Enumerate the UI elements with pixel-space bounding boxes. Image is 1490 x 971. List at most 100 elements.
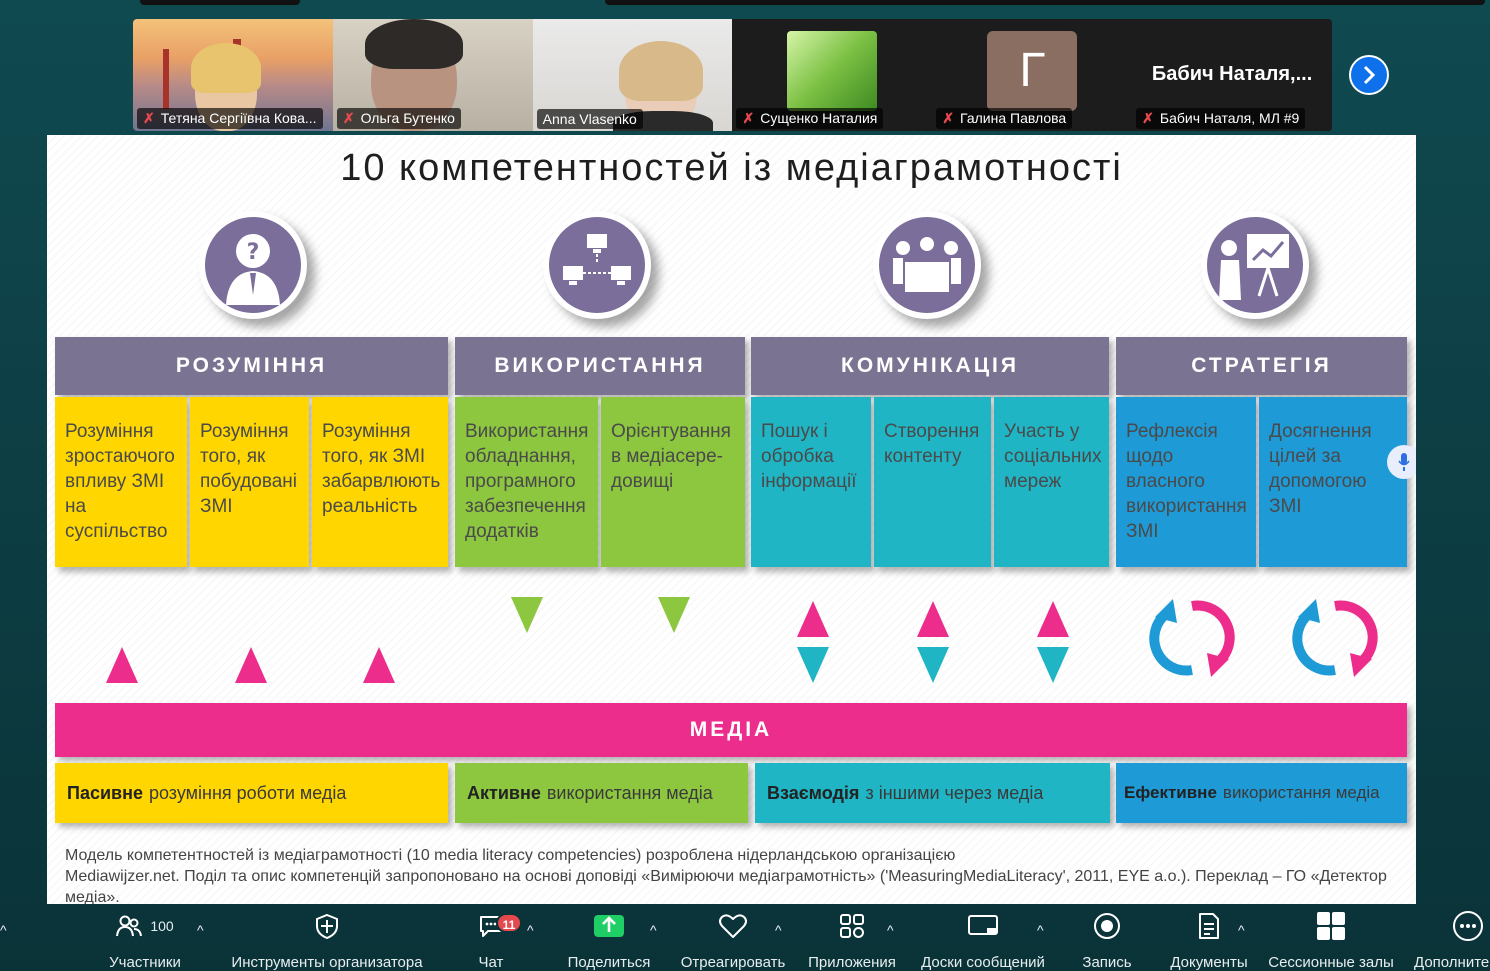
record-icon	[1093, 908, 1121, 944]
top-window-edge-right	[605, 0, 1485, 5]
participant-count: 100	[150, 918, 174, 934]
participant-tile-2[interactable]: ✗ Ольга Бутенко	[332, 19, 533, 131]
floating-mic-button[interactable]	[1387, 445, 1416, 479]
competence-3: Розуміння того, як ЗМІ забарвлюють реаль…	[312, 397, 448, 567]
cycle-arrows-icon	[1292, 599, 1378, 677]
competence-1: Розуміння зростаючого впливу ЗМІ на сусп…	[55, 397, 187, 567]
participant-tile-6[interactable]: Бабич Наталя,... ✗ Бабич Наталя, МЛ #9	[1132, 19, 1332, 131]
participant-name: ✗ Сущенко Наталия	[736, 108, 884, 129]
level-interaction: Взаємодія з іншими через медіа	[755, 763, 1110, 823]
arrow-down-icon	[917, 647, 949, 683]
record-button[interactable]: Запись	[1076, 908, 1138, 971]
participant-hair	[618, 41, 703, 101]
participant-name: ✗ Галина Павлова	[936, 108, 1073, 129]
reactions-button[interactable]: Отреагировать	[680, 908, 786, 971]
mic-muted-icon: ✗	[1142, 110, 1154, 126]
apps-button[interactable]: Приложения	[806, 908, 898, 971]
participant-name: Anna Vlasenko	[536, 109, 643, 129]
arrow-up-icon	[797, 601, 829, 637]
participants-label: Участники	[109, 954, 181, 971]
level-bold: Активне	[467, 782, 541, 803]
arrow-up-icon	[235, 647, 267, 683]
level-bold: Ефективне	[1124, 783, 1217, 802]
caret-up-icon[interactable]: ^	[775, 922, 782, 938]
category-strategy: СТРАТЕГІЯ	[1116, 337, 1407, 395]
svg-text:?: ?	[247, 240, 260, 265]
chat-unread-badge: 11	[496, 913, 522, 933]
document-icon	[1197, 908, 1221, 944]
competence-2: Розуміння того, як побудовані ЗМІ	[190, 397, 309, 567]
avatar-initial: Г	[987, 31, 1078, 111]
competence-6: Пошук і обробка інформації	[751, 397, 871, 567]
documents-button[interactable]: Документы	[1166, 908, 1252, 971]
participant-hair	[191, 43, 261, 93]
breakout-rooms-icon	[1316, 908, 1346, 944]
level-passive: Пасивне розуміння роботи медіа	[55, 763, 448, 823]
question-person-icon: ?	[199, 211, 307, 319]
more-button[interactable]: Дополните	[1410, 908, 1490, 971]
breakout-label: Сессионные залы	[1268, 954, 1394, 971]
competence-8: Участь у соціальних мереж	[994, 397, 1109, 567]
chevron-right-icon	[1363, 65, 1376, 85]
mic-muted-icon: ✗	[942, 110, 955, 126]
participant-tile-active-speaker[interactable]: Anna Vlasenko	[532, 19, 733, 131]
category-understanding: РОЗУМІННЯ	[55, 337, 448, 395]
participants-icon: 100	[116, 908, 174, 944]
media-bar: МЕДІА	[55, 703, 1407, 757]
video-strip: ✗ Тетяна Сергіївна Кова... ✗ Ольга Бутенко…	[133, 19, 1332, 131]
next-page-button[interactable]	[1349, 55, 1389, 95]
level-bold: Взаємодія	[767, 782, 860, 803]
avatar-leaves	[787, 31, 878, 111]
slide-title: 10 компетентностей із медіаграмотності	[340, 147, 1123, 189]
breakout-rooms-button[interactable]: Сессионные залы	[1266, 908, 1396, 971]
shield-icon	[315, 908, 339, 944]
caret-up-icon[interactable]: ^	[197, 922, 204, 938]
docs-label: Документы	[1170, 954, 1248, 971]
participant-tile-1[interactable]: ✗ Тетяна Сергіївна Кова...	[133, 19, 333, 131]
level-text: з іншими через медіа	[865, 782, 1044, 803]
caret-up-icon[interactable]: ^	[1037, 922, 1044, 938]
participant-tile-5[interactable]: Г ✗ Галина Павлова	[932, 19, 1133, 131]
participant-display-name: Бабич Наталя,...	[1151, 63, 1313, 85]
microphone-icon	[1398, 453, 1410, 471]
caret-up-icon[interactable]: ^	[527, 922, 534, 938]
host-tools-button[interactable]: Инструменты организатора	[228, 908, 426, 971]
chat-label: Чат	[478, 954, 504, 971]
participant-tile-4[interactable]: ✗ Сущенко Наталия	[732, 19, 933, 131]
share-screen-button[interactable]: Поделиться	[566, 908, 652, 971]
network-computers-icon	[543, 211, 651, 319]
record-label: Запись	[1082, 954, 1132, 971]
arrow-down-icon	[1037, 647, 1069, 683]
level-text: використання медіа	[1222, 783, 1380, 802]
heart-icon	[718, 908, 748, 944]
mic-muted-icon: ✗	[342, 110, 355, 126]
level-text: розуміння роботи медіа	[148, 782, 347, 803]
presentation-board-icon	[1201, 211, 1309, 319]
participants-button[interactable]: 100 Участники	[100, 908, 190, 971]
react-label: Отреагировать	[680, 954, 786, 971]
arrow-up-icon	[917, 601, 949, 637]
mic-muted-icon: ✗	[742, 110, 755, 126]
caret-up-icon[interactable]: ^	[887, 922, 894, 938]
participant-name: ✗ Бабич Наталя, МЛ #9	[1136, 108, 1306, 129]
footnote-line: Mediawijzer.net. Поділ та опис компетенц…	[65, 868, 1387, 904]
arrow-up-icon	[363, 647, 395, 683]
level-effective: Ефективне використання медіа	[1116, 763, 1407, 823]
caret-up-icon[interactable]: ^	[1238, 922, 1245, 938]
apps-label: Приложения	[808, 954, 896, 971]
competence-5: Орієнтування в медіасере-довищі	[601, 397, 745, 567]
caret-up-icon[interactable]: ^	[0, 922, 7, 938]
share-screen-icon	[593, 908, 625, 944]
meeting-toolbar: ^ 100 Участники ^ Инструменты организато…	[0, 908, 1490, 971]
arrow-down-icon	[797, 647, 829, 683]
participant-hair	[364, 19, 463, 69]
participant-name: ✗ Ольга Бутенко	[336, 108, 461, 129]
more-icon	[1452, 908, 1484, 944]
arrow-down-icon	[511, 597, 543, 633]
shared-screen-slide: 10 компетентностей із медіаграмотності ?	[47, 135, 1416, 904]
competence-7: Створення контенту	[874, 397, 991, 567]
whiteboards-button[interactable]: Доски сообщений	[916, 908, 1050, 971]
category-communication: КОМУНІКАЦІЯ	[751, 337, 1109, 395]
caret-up-icon[interactable]: ^	[650, 922, 657, 938]
footnote-line: Модель компетентностей із медіаграмотнос…	[65, 847, 956, 864]
